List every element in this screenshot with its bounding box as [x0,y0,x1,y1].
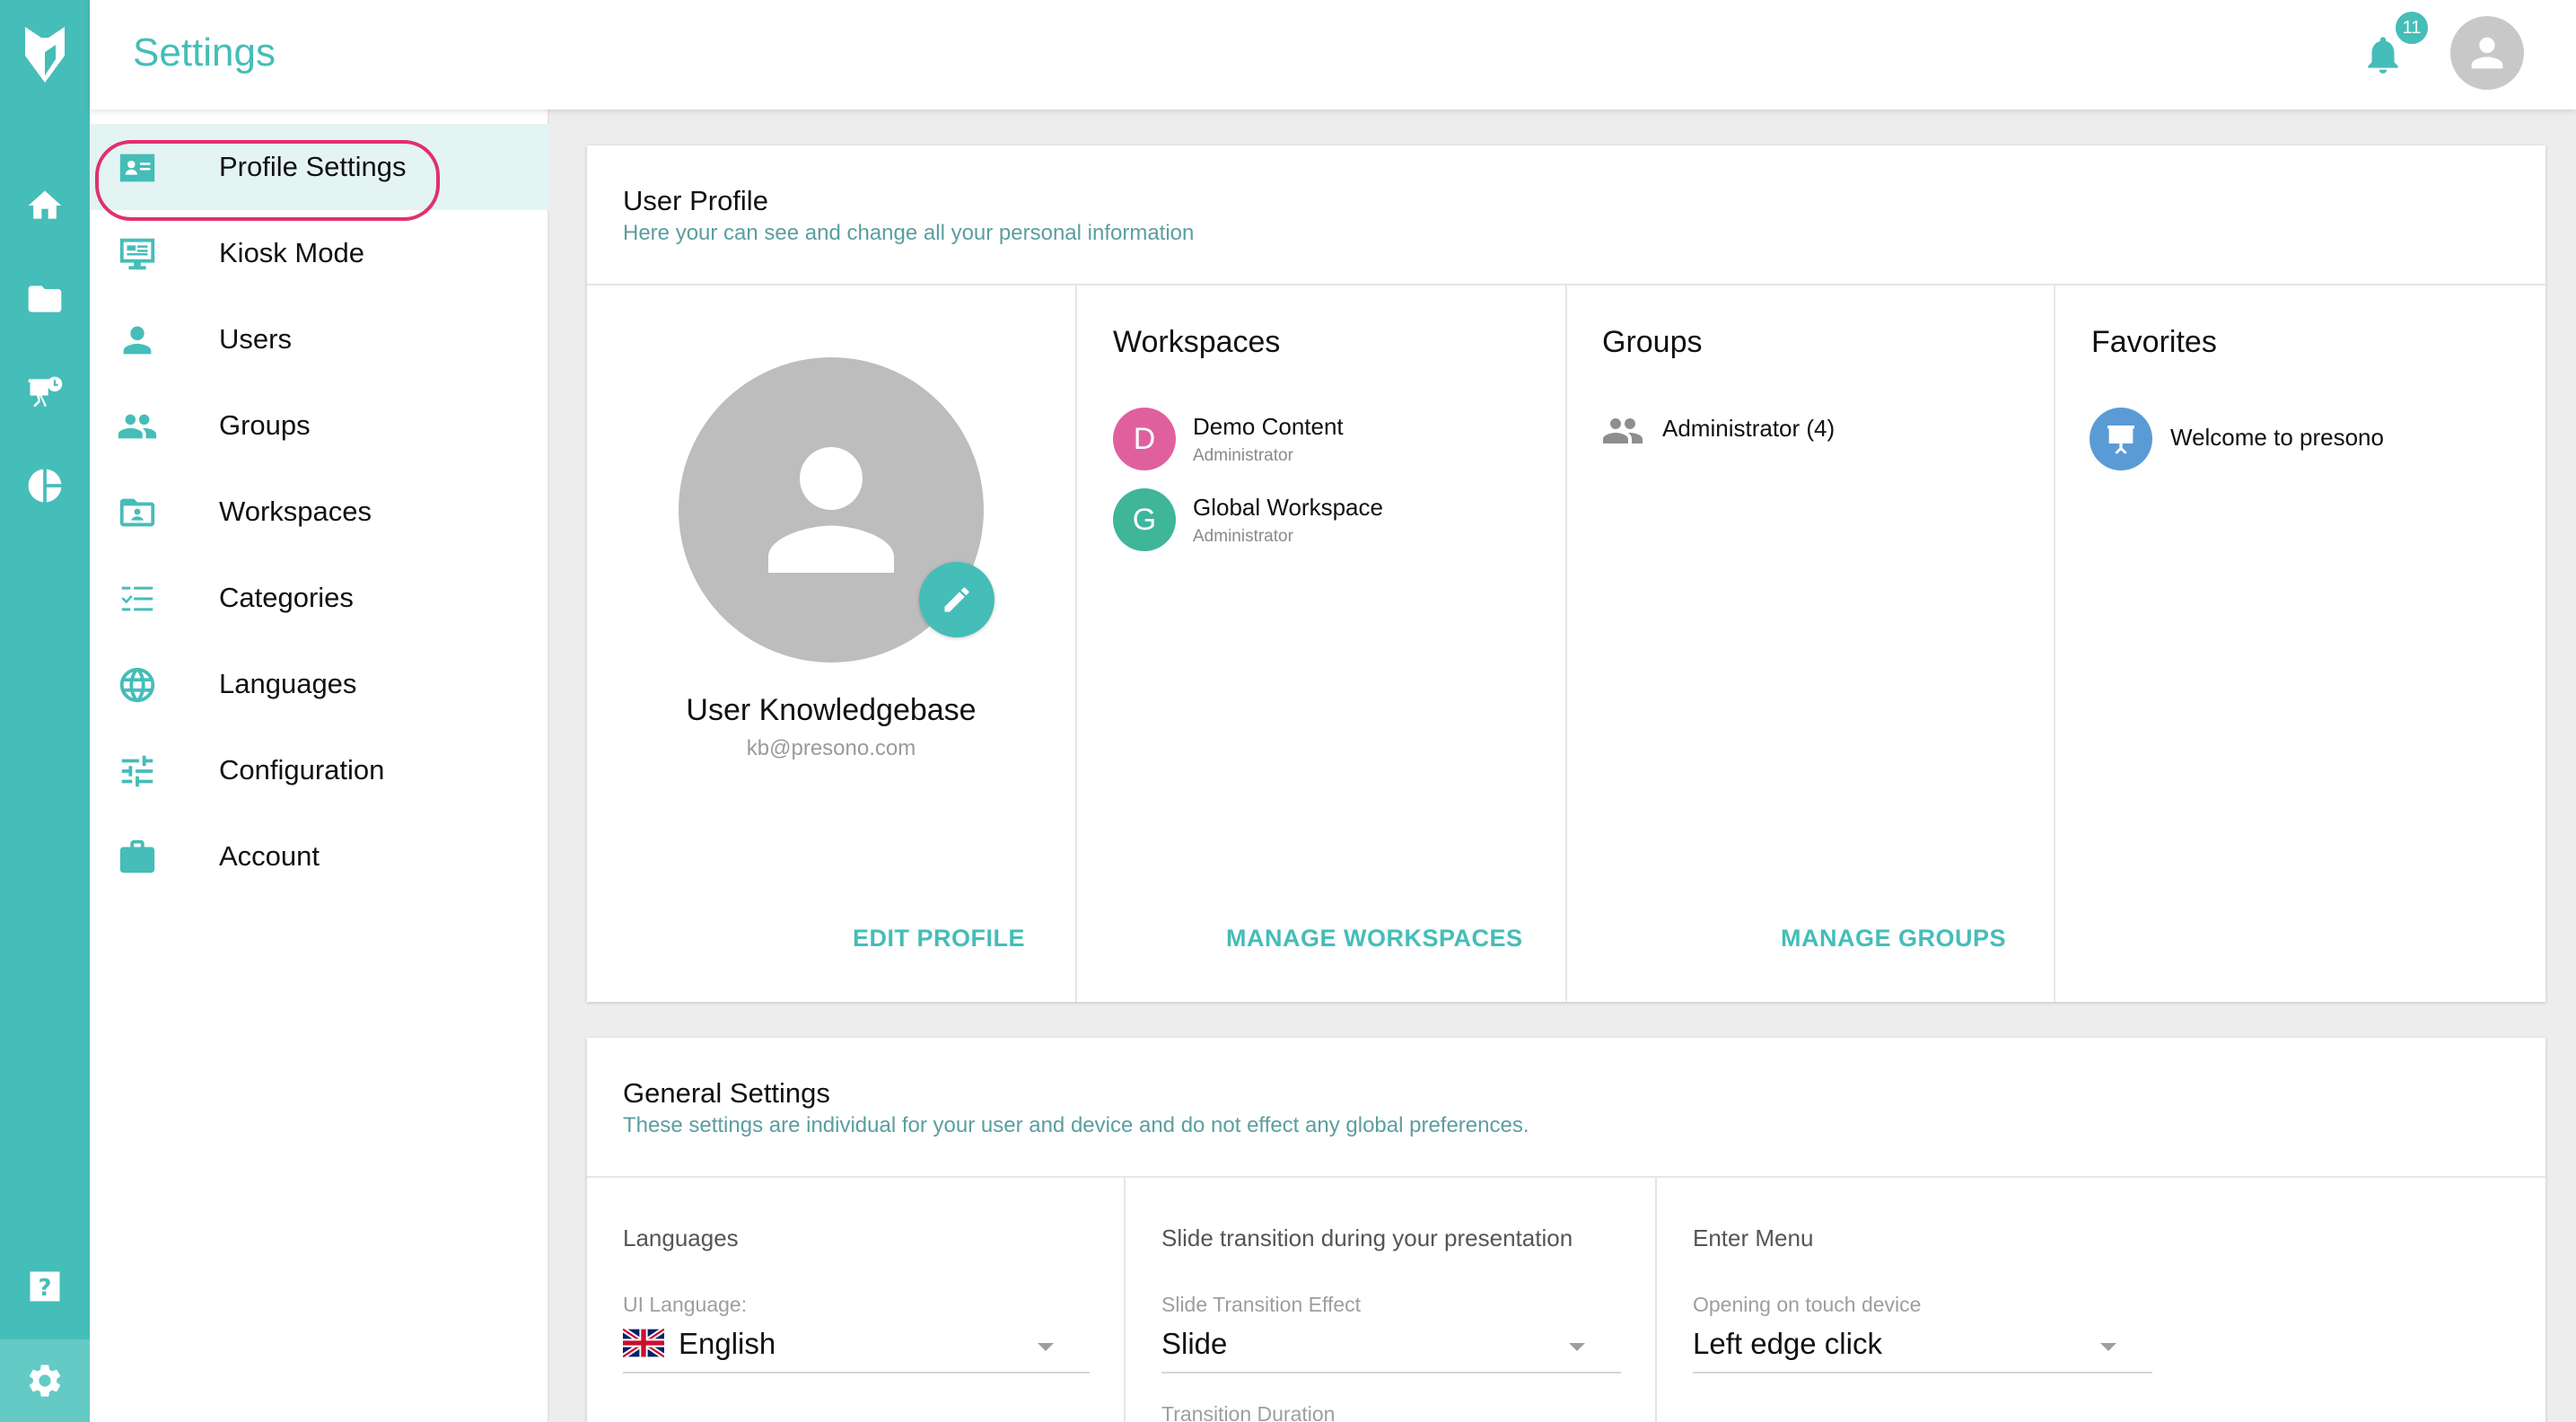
menu-item-label: Account [219,840,320,872]
divider [1124,1178,1126,1422]
divider [1075,285,1077,1002]
chevron-down-icon [1569,1343,1585,1351]
slide-transition-value: Slide [1161,1327,1228,1360]
general-settings-title: General Settings [623,1077,830,1109]
field-underline [1161,1372,1621,1374]
user-avatar[interactable] [2450,16,2524,90]
menu-item-users[interactable]: Users [90,296,549,382]
person-icon [2471,37,2503,69]
user-icon [117,320,158,361]
kiosk-icon [117,233,158,275]
highlight-ring [95,140,440,221]
enter-menu-value: Left edge click [1693,1327,1882,1360]
logo-icon[interactable] [0,0,90,110]
menu-item-label: Languages [219,668,357,699]
field-underline [1693,1372,2152,1374]
user-profile-title: User Profile [623,185,768,216]
menu-item-configuration[interactable]: Configuration [90,727,549,813]
help-icon[interactable]: ? [0,1246,90,1327]
general-settings-subtitle: These settings are individual for your u… [623,1113,1529,1137]
workspaces-title: Workspaces [1113,325,1281,359]
menu-item-label: Categories [219,582,354,613]
presentation-icon[interactable] [0,352,90,433]
favorite-name[interactable]: Welcome to presono [2170,424,2384,452]
notification-badge[interactable]: 11 [2393,9,2431,47]
chevron-down-icon [2100,1343,2116,1351]
workspace-initial: G [1113,488,1176,551]
workspace-name[interactable]: Demo Content [1193,413,1344,441]
favorites-title: Favorites [2091,325,2217,359]
settings-sidebar: Profile Settings Kiosk Mode Users Groups… [90,110,549,1422]
uk-flag-icon [623,1329,664,1357]
manage-groups-link[interactable]: MANAGE GROUPS [1781,925,2006,952]
divider [1565,285,1567,1002]
chevron-down-icon [1038,1343,1054,1351]
pencil-icon [944,587,969,612]
menu-item-label: Workspaces [219,496,372,527]
menu-item-profile-settings[interactable]: Profile Settings [90,124,549,221]
divider [2054,285,2055,1002]
manage-workspaces-link[interactable]: MANAGE WORKSPACES [1226,925,1523,952]
enter-menu-select[interactable]: Left edge click [1693,1323,2152,1374]
menu-item-workspaces[interactable]: Workspaces [90,469,549,555]
page-title: Settings [133,31,276,75]
menu-item-categories[interactable]: Categories [90,555,549,641]
presentation-icon [2090,408,2152,470]
edit-avatar-button[interactable] [919,562,994,637]
pie-chart-icon[interactable] [0,445,90,526]
workspace-role: Administrator [1193,527,1293,546]
languages-heading: Languages [623,1224,739,1251]
categories-icon [117,578,158,619]
user-profile-subtitle: Here your can see and change all your pe… [623,221,1195,245]
sliders-icon [117,750,158,792]
menu-item-kiosk-mode[interactable]: Kiosk Mode [90,210,549,296]
menu-item-groups[interactable]: Groups [90,382,549,469]
enter-menu-heading: Enter Menu [1693,1224,1814,1251]
divider [1655,1178,1657,1422]
groups-icon [1601,409,1644,452]
workspace-icon [117,492,158,533]
home-icon[interactable] [0,165,90,246]
menu-item-account[interactable]: Account [90,813,549,900]
ui-language-select[interactable]: English [623,1323,1090,1374]
divider [587,1176,2545,1178]
menu-item-label: Groups [219,409,311,441]
slide-transition-heading: Slide transition during your presentatio… [1161,1224,1573,1251]
ui-language-value: English [679,1327,776,1360]
profile-email: kb@presono.com [746,736,916,760]
slide-transition-effect-label: Slide Transition Effect [1161,1293,1362,1316]
edit-profile-link[interactable]: EDIT PROFILE [853,925,1025,952]
groups-icon [117,406,158,447]
menu-item-label: Kiosk Mode [219,237,364,268]
app-rail: ? [0,0,90,1422]
person-icon [768,447,894,573]
menu-item-label: Configuration [219,754,385,786]
workspace-initial: D [1113,408,1176,470]
profile-name: User Knowledgebase [686,693,977,727]
svg-text:?: ? [39,1275,52,1302]
briefcase-icon [117,837,158,878]
group-name[interactable]: Administrator (4) [1662,415,1835,443]
ui-language-label: UI Language: [623,1293,748,1316]
menu-item-label: Users [219,323,292,355]
touch-device-label: Opening on touch device [1693,1293,1922,1316]
top-bar: Settings 11 [90,0,2576,110]
menu-item-languages[interactable]: Languages [90,641,549,727]
groups-title: Groups [1602,325,1703,359]
folder-icon[interactable] [0,259,90,339]
workspace-role: Administrator [1193,446,1293,465]
settings-icon[interactable] [0,1339,90,1422]
field-underline [623,1372,1090,1374]
transition-duration-label: Transition Duration [1161,1402,1336,1422]
globe-icon [117,664,158,706]
workspace-name[interactable]: Global Workspace [1193,494,1383,522]
slide-transition-select[interactable]: Slide [1161,1323,1621,1374]
